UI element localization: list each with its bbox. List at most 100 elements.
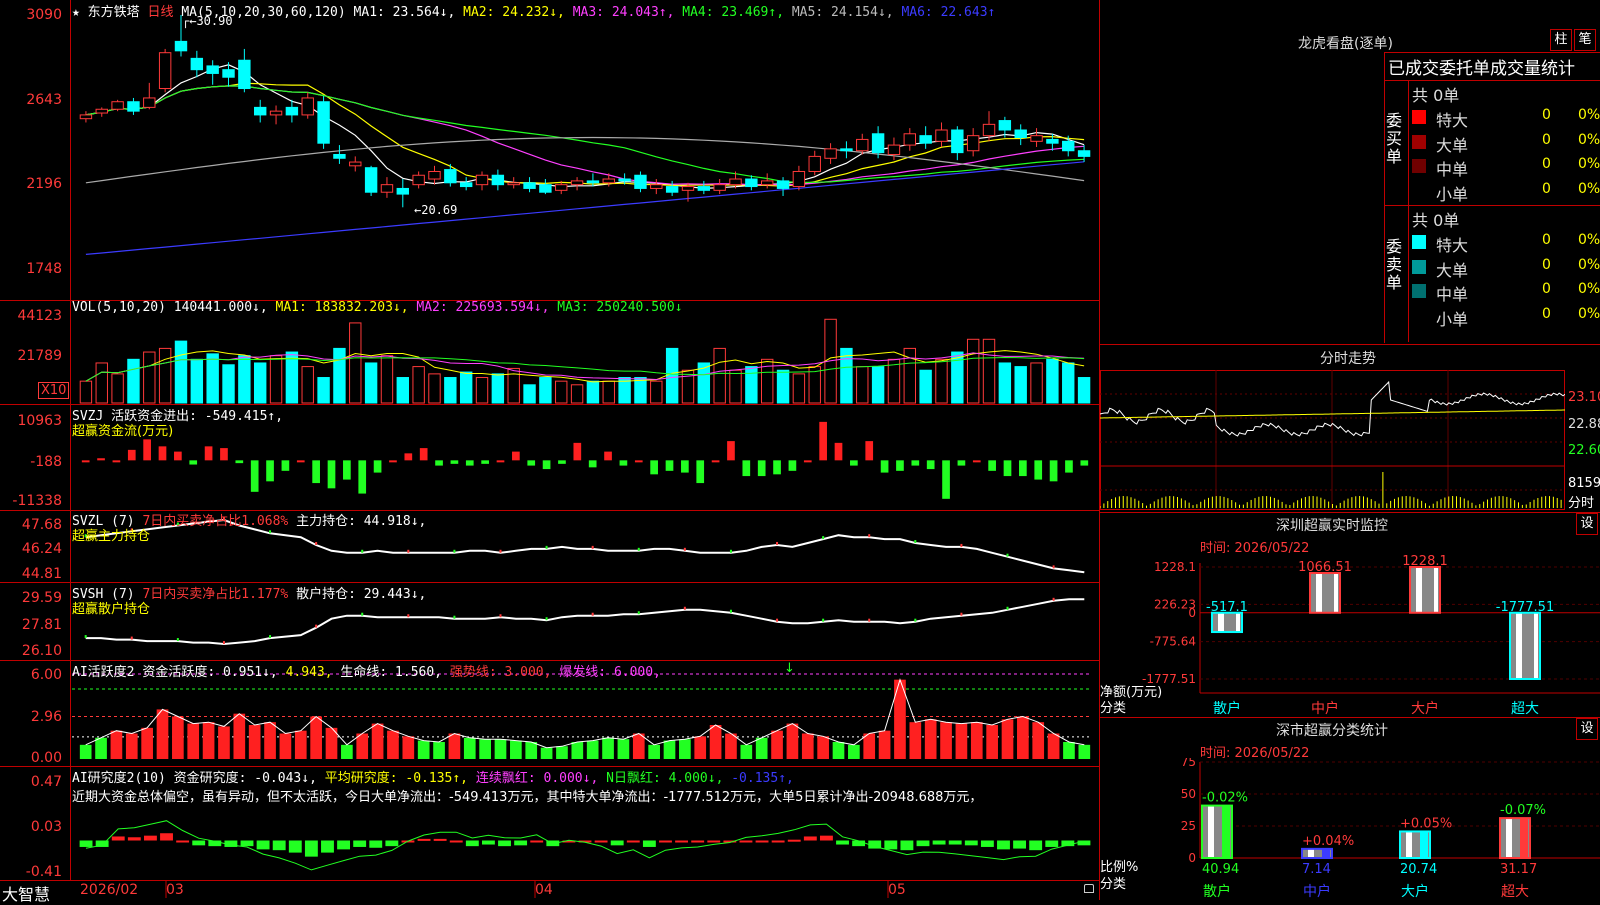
vol-ma3: MA3: 250240.500↓	[557, 300, 683, 315]
order-pct: 0%	[1578, 232, 1600, 248]
fund-flow-bar	[158, 446, 167, 461]
volume-bar	[1077, 377, 1091, 404]
fund-flow-bar	[174, 451, 182, 461]
x-axis-label: 03	[166, 882, 184, 898]
research-bar	[304, 840, 318, 857]
research-bar	[997, 840, 1010, 850]
fund-flow-bar	[189, 460, 198, 465]
price-tick: 2196	[26, 176, 62, 192]
class-settings-button[interactable]: 设	[1576, 718, 1598, 740]
main-chart-area[interactable]: ↓ ★ 东方铁塔 日线 MA(5,10,20,30,60,120) MA1: 2…	[0, 0, 1100, 904]
intraday-chart[interactable]	[1100, 370, 1565, 510]
volume-bar	[555, 380, 568, 404]
volume-bar	[650, 380, 663, 404]
retail-holding-point	[637, 611, 640, 615]
class-bar-highlight	[1308, 848, 1314, 858]
intraday-title: 分时走势	[1320, 351, 1376, 367]
candle	[808, 155, 821, 172]
stats-title-line	[1384, 80, 1600, 81]
high-note: ┌←30.90	[182, 14, 233, 28]
class-bar-accent	[1222, 805, 1230, 858]
monitor-time: 时间: 2026/05/22	[1200, 541, 1310, 556]
monitor-settings-button[interactable]: 设	[1576, 513, 1598, 535]
volume-bar	[1014, 366, 1027, 404]
class-value: 40.94	[1202, 862, 1239, 877]
order-row: 中单 0 0%	[1412, 280, 1600, 304]
price-tick: 3090	[26, 7, 62, 23]
research-bar	[819, 835, 833, 841]
monitor-bar-value: -1777.51	[1496, 600, 1554, 615]
activity-bar	[663, 740, 676, 759]
color-swatch	[1412, 309, 1426, 323]
candle	[935, 129, 948, 142]
fund-flow-bar	[204, 446, 213, 461]
stock-name: 东方铁塔	[87, 5, 140, 20]
ai-research-v1: 资金研究度: -0.043↓,	[173, 771, 317, 786]
class-top-line	[1100, 717, 1600, 718]
ai-active-v2: 4.943,	[285, 665, 333, 680]
candle	[919, 135, 932, 144]
class-change: +0.05%	[1400, 816, 1452, 831]
intraday-tick: 22.88	[1568, 417, 1600, 432]
candle	[301, 97, 314, 116]
research-bar	[192, 840, 206, 846]
fund-flow-bar	[850, 460, 858, 466]
candle	[982, 123, 996, 137]
activity-bar	[95, 737, 107, 759]
class-chart[interactable]: 75 50 25 0 -0.02% 40.94 +0.04% 7.14 +0.05% 20.74 -…	[1100, 758, 1600, 900]
volume-bar	[856, 366, 869, 404]
activity-bar	[955, 723, 968, 759]
research-bar	[739, 840, 753, 843]
fund-flow-bar	[819, 421, 827, 461]
svzj-tick: -188	[30, 454, 62, 470]
volume-bar	[998, 362, 1012, 404]
fund-flow-bar	[527, 460, 536, 466]
research-line	[85, 820, 1085, 871]
ma2-value: MA2: 24.232↓,	[463, 5, 565, 20]
volume-bar	[333, 347, 346, 404]
fund-flow-bar	[665, 460, 674, 471]
fund-flow-bar	[1003, 460, 1012, 477]
retail-holding-point	[868, 618, 871, 622]
candle	[222, 69, 235, 78]
monitor-bar	[1309, 572, 1341, 614]
volume-bar	[634, 377, 647, 404]
activity-bar	[540, 747, 553, 759]
column-mode-button[interactable]: 柱	[1550, 29, 1572, 51]
volume-bar	[681, 369, 695, 404]
research-bar	[111, 836, 125, 841]
ma-line-ma6	[85, 161, 1085, 255]
candle	[507, 182, 520, 186]
fund-flow-bar	[435, 460, 443, 466]
lock-icon[interactable]	[1084, 884, 1094, 893]
period-label[interactable]: 日线	[148, 5, 174, 20]
volume-bar	[158, 347, 172, 404]
fund-flow-bar	[558, 460, 566, 464]
fund-flow-bar	[373, 460, 382, 473]
fund-flow-bar	[911, 460, 920, 466]
activity-bar	[924, 719, 937, 759]
pen-mode-button[interactable]: 笔	[1574, 29, 1596, 51]
volume-bar	[190, 358, 204, 404]
activity-bar	[125, 733, 138, 759]
main-chart-svg[interactable]: ↓	[0, 0, 1100, 900]
vol-label: VOL(5,10,20)	[72, 300, 166, 315]
fund-flow-bar	[880, 460, 889, 473]
candle	[618, 178, 631, 182]
class-bar-highlight	[1406, 831, 1412, 858]
monitor-chart[interactable]: 1228.1226.230-775.64-1777.51-517.11066.5…	[1100, 555, 1600, 715]
candle	[951, 129, 964, 154]
research-bar	[530, 840, 544, 843]
brand-label: 大智慧	[2, 885, 51, 904]
high-arrow-icon: ┌←	[182, 14, 197, 28]
price-tick: 2643	[26, 92, 62, 108]
research-bar	[803, 836, 817, 841]
activity-bar	[233, 713, 246, 759]
main-holding-point	[637, 547, 640, 551]
fund-flow-bar	[143, 439, 151, 461]
candle	[1062, 140, 1075, 152]
fund-flow-bar	[896, 460, 904, 471]
volume-bar	[665, 347, 679, 404]
research-bar	[385, 840, 399, 847]
candle	[206, 65, 219, 74]
